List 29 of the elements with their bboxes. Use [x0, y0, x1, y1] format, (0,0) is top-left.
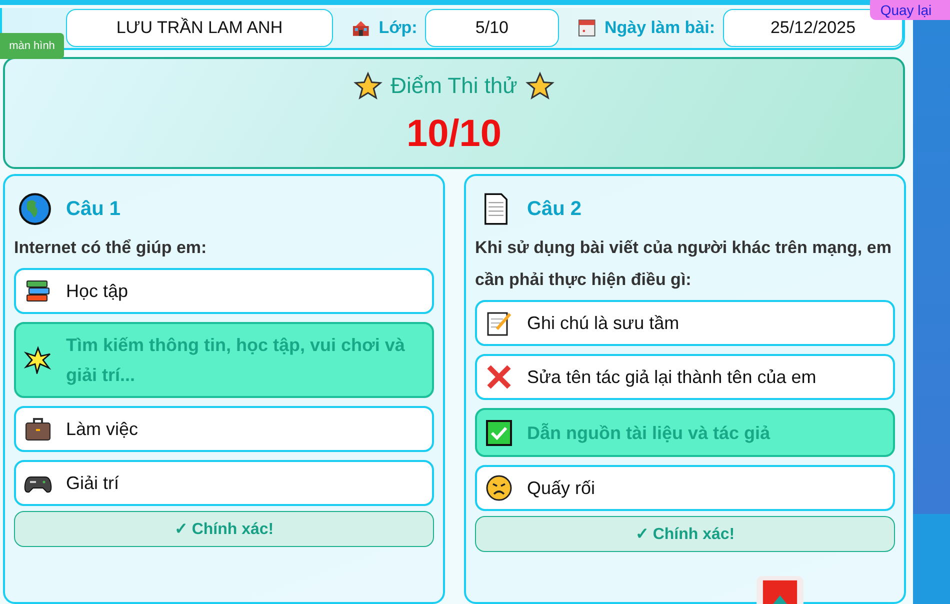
name-field[interactable]: LƯU TRẦN LAM ANH: [66, 8, 333, 47]
star-icon: [525, 70, 556, 101]
answer-option[interactable]: Ghi chú là sưu tầm: [475, 300, 895, 346]
home-icon[interactable]: [754, 574, 806, 604]
back-button[interactable]: Quay lại: [870, 0, 950, 20]
question-text: Internet có thể giúp em:: [14, 237, 208, 259]
star-icon: [24, 346, 52, 374]
class-label: Lớp:: [378, 18, 418, 38]
class-field[interactable]: 5/10: [425, 8, 559, 47]
score-title: Điểm Thi thử: [390, 72, 518, 99]
question-text: Khi sử dụng bài viết của người khác trên mạng, em cần phải thực hiện điều gì:: [475, 237, 892, 291]
score-value: 10/10: [406, 112, 502, 156]
date-label: Ngày làm bài:: [604, 18, 716, 38]
globe-icon: [18, 192, 52, 226]
question-title: Câu 2: [527, 198, 582, 220]
result-message: ✓ Chính xác!: [14, 511, 434, 547]
checkbox-icon: [485, 418, 513, 446]
angry-icon: [485, 474, 513, 502]
question-title: Câu 1: [66, 198, 120, 220]
result-message: ✓ Chính xác!: [475, 516, 895, 552]
cross-icon: [485, 363, 513, 391]
answer-option[interactable]: Học tập: [14, 268, 434, 314]
star-icon: [352, 70, 383, 101]
briefcase-icon: [24, 415, 52, 443]
calendar-icon: [576, 18, 596, 38]
answer-option[interactable]: Quấy rối: [475, 465, 895, 511]
answer-option[interactable]: Sửa tên tác giả lại thành tên của em: [475, 354, 895, 400]
answer-option[interactable]: Giải trí: [14, 460, 434, 506]
answer-option[interactable]: Làm việc: [14, 406, 434, 452]
